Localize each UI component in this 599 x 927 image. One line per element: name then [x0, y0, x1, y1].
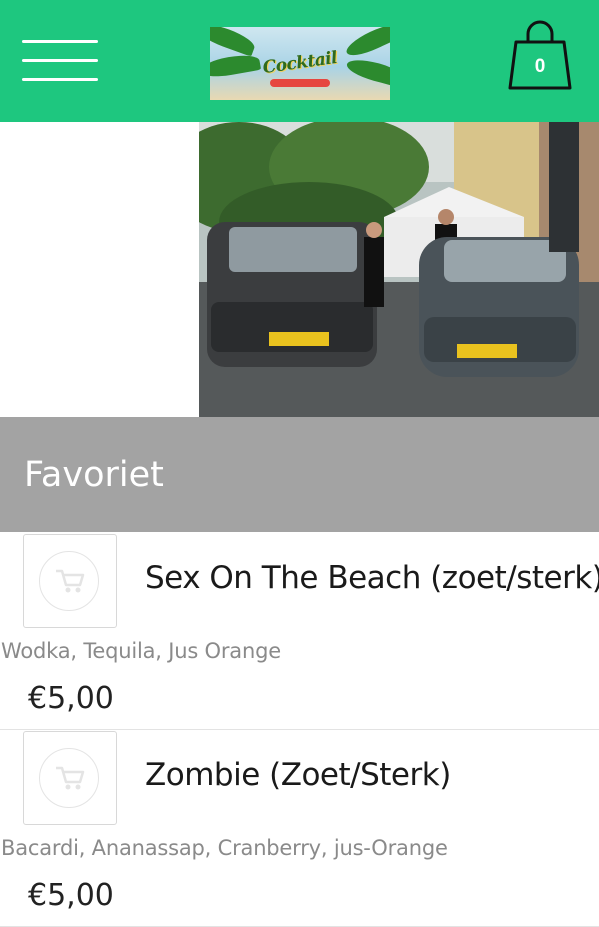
brand-logo[interactable]: Cocktail — [210, 27, 390, 100]
hero-spacer — [0, 122, 199, 417]
add-to-cart-button[interactable] — [23, 534, 117, 628]
cart-icon — [56, 569, 85, 593]
cart-count-badge: 0 — [534, 56, 546, 77]
product-price: €5,00 — [28, 681, 114, 716]
product-item[interactable]: Sex On The Beach (zoet/sterk) Wodka, Teq… — [0, 533, 599, 730]
logo-text: Cocktail — [261, 47, 339, 79]
product-description: Wodka, Tequila, Jus Orange — [1, 639, 281, 663]
product-description: Bacardi, Ananassap, Cranberry, jus-Orang… — [1, 836, 448, 860]
app-header: Cocktail 0 — [0, 0, 599, 122]
menu-button[interactable] — [22, 38, 98, 82]
product-price: €5,00 — [28, 878, 114, 913]
cart-button[interactable]: 0 — [508, 20, 572, 90]
cart-icon — [56, 766, 85, 790]
section-header: Favoriet — [0, 417, 599, 532]
hero-image — [199, 122, 599, 417]
section-title: Favoriet — [24, 455, 164, 495]
product-name[interactable]: Zombie (Zoet/Sterk) — [145, 757, 451, 793]
product-item[interactable]: Zombie (Zoet/Sterk) Bacardi, Ananassap, … — [0, 730, 599, 927]
add-to-cart-button[interactable] — [23, 731, 117, 825]
shopping-bag-icon — [508, 20, 572, 90]
product-name[interactable]: Sex On The Beach (zoet/sterk) — [145, 560, 599, 596]
